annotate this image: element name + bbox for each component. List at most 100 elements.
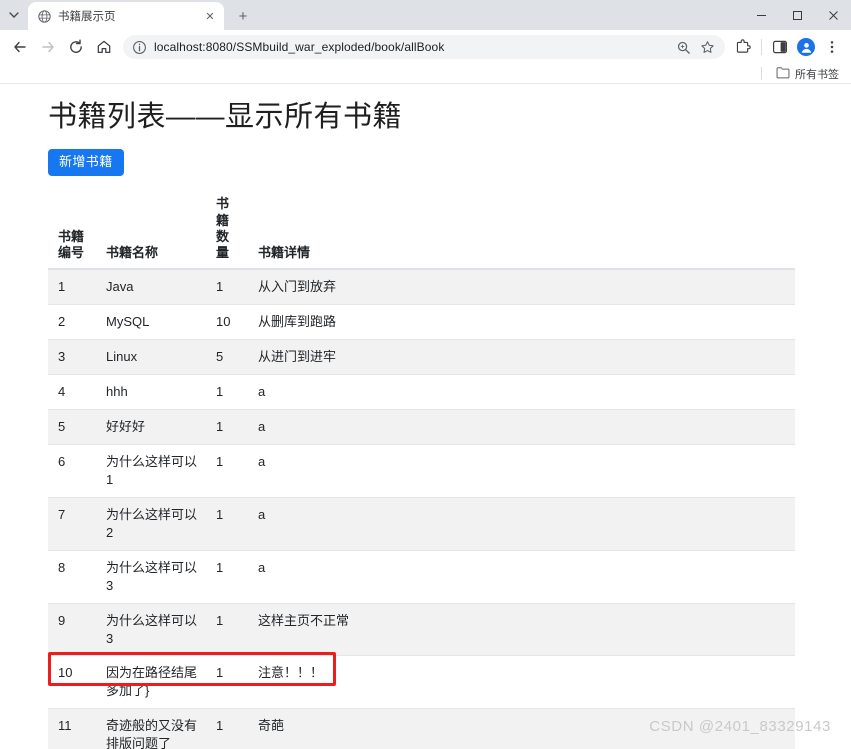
book-name-text: 为什么这样可以3 <box>106 612 198 646</box>
cell-book-detail: 注意！！！ <box>248 655 795 709</box>
cell-book-name: 为什么这样可以3 <box>96 549 206 604</box>
address-bar-actions <box>672 36 718 58</box>
cell-book-detail: 从进门到进牢 <box>248 339 795 375</box>
search-icon[interactable] <box>672 36 694 58</box>
cell-book-detail: 从入门到放弃 <box>248 268 795 305</box>
cell-book-id: 9 <box>48 602 96 656</box>
cell-book-qty: 1 <box>206 708 248 749</box>
home-button[interactable] <box>90 33 118 61</box>
book-name-text: 因为在路径结尾多加了} <box>106 665 198 699</box>
cell-book-qty: 1 <box>206 549 248 604</box>
book-table-head: 书籍 编号 书籍名称 书籍 数量 书籍详情 <box>48 192 795 271</box>
bookmarks-divider <box>761 67 762 80</box>
address-bar[interactable]: localhost:8080/SSMbuild_war_exploded/boo… <box>123 35 725 59</box>
cell-book-name: MySQL <box>96 304 206 340</box>
cell-book-id: 11 <box>48 708 96 749</box>
cell-book-qty: 1 <box>206 602 248 656</box>
folder-icon <box>776 66 790 82</box>
url-text: localhost:8080/SSMbuild_war_exploded/boo… <box>154 40 445 54</box>
cell-book-id: 7 <box>48 496 96 551</box>
table-row: 9 为什么这样可以3 1 这样主页不正常 <box>48 602 795 656</box>
toolbar-divider <box>761 39 762 55</box>
cell-book-id: 5 <box>48 409 96 445</box>
browser-window: 书籍展示页 ✕ + localhost:8080/SSMbuild_war_ex… <box>0 0 851 749</box>
header-book-id-line1: 书籍 <box>58 228 85 244</box>
table-row: 5 好好好 1 a <box>48 409 795 445</box>
cell-book-qty: 1 <box>206 496 248 551</box>
browser-menu-button[interactable] <box>819 33 845 61</box>
cell-book-detail: a <box>248 496 795 551</box>
browser-tab[interactable]: 书籍展示页 ✕ <box>28 2 224 30</box>
cell-book-id: 2 <box>48 304 96 340</box>
table-row: 6 为什么这样可以1 1 a <box>48 443 795 498</box>
tab-search-chevron-icon[interactable] <box>0 1 28 29</box>
cell-book-detail: a <box>248 443 795 498</box>
extensions-button[interactable] <box>730 33 756 61</box>
cell-book-name: 为什么这样可以2 <box>96 496 206 551</box>
page-viewport: 书籍列表——显示所有书籍 新增书籍 书籍 编号 书籍名称 书籍 数量 书籍详情 … <box>0 85 851 749</box>
cell-book-name: Java <box>96 268 206 305</box>
table-row: 2 MySQL 10 从删库到跑路 <box>48 304 795 340</box>
tab-title: 书籍展示页 <box>58 11 116 23</box>
tab-close-icon[interactable]: ✕ <box>202 8 218 24</box>
cell-book-id: 1 <box>48 268 96 305</box>
book-name-text: 为什么这样可以1 <box>106 453 198 487</box>
site-info-icon[interactable] <box>131 39 147 55</box>
cell-book-qty: 10 <box>206 304 248 340</box>
page-content: 书籍列表——显示所有书籍 新增书籍 书籍 编号 书籍名称 书籍 数量 书籍详情 … <box>0 85 851 749</box>
cell-book-detail: 从删库到跑路 <box>248 304 795 340</box>
book-name-text: 奇迹般的又没有排版问题了 <box>106 718 198 749</box>
header-book-detail: 书籍详情 <box>248 192 795 271</box>
home-icon <box>97 40 111 54</box>
back-button[interactable] <box>6 33 34 61</box>
cell-book-qty: 1 <box>206 268 248 305</box>
cell-book-id: 8 <box>48 549 96 604</box>
header-book-qty: 书籍 数量 <box>206 192 248 271</box>
table-header-row: 书籍 编号 书籍名称 书籍 数量 书籍详情 <box>48 192 795 271</box>
window-minimize-button[interactable] <box>743 0 779 30</box>
cell-book-qty: 5 <box>206 339 248 375</box>
cell-book-name: Linux <box>96 339 206 375</box>
cell-book-detail: 这样主页不正常 <box>248 602 795 656</box>
bookmarks-bar: 所有书签 <box>0 64 851 84</box>
book-name-text: Linux <box>106 349 138 365</box>
cell-book-name: hhh <box>96 374 206 410</box>
cell-book-qty: 1 <box>206 655 248 709</box>
reload-button[interactable] <box>62 33 90 61</box>
arrow-right-icon <box>42 41 54 53</box>
header-book-qty-line2: 数量 <box>216 228 230 261</box>
cell-book-detail: a <box>248 374 795 410</box>
book-name-text: 好好好 <box>106 419 146 435</box>
cell-book-id: 6 <box>48 443 96 498</box>
split-view-button[interactable] <box>767 33 793 61</box>
cell-book-id: 3 <box>48 339 96 375</box>
globe-icon <box>37 9 51 23</box>
add-book-button[interactable]: 新增书籍 <box>48 149 124 177</box>
new-tab-button[interactable]: + <box>230 3 256 29</box>
reload-icon <box>70 39 82 53</box>
profile-button[interactable] <box>793 33 819 61</box>
cell-book-name: 为什么这样可以3 <box>96 602 206 656</box>
window-maximize-button[interactable] <box>779 0 815 30</box>
arrow-left-icon <box>14 41 26 53</box>
cell-book-name: 好好好 <box>96 409 206 445</box>
tab-strip: 书籍展示页 ✕ + <box>0 0 851 30</box>
table-row: 1 Java 1 从入门到放弃 <box>48 268 795 305</box>
header-book-qty-line1: 书籍 <box>216 196 230 228</box>
book-name-text: hhh <box>106 384 128 400</box>
star-icon[interactable] <box>696 36 718 58</box>
table-row: 8 为什么这样可以3 1 a <box>48 549 795 604</box>
cell-book-detail: a <box>248 409 795 445</box>
book-table-body: 1 Java 1 从入门到放弃 2 MySQL 10 从删库到跑路 3 Linux 5 从进门到进牢 4… <box>48 268 795 749</box>
table-row: 10 因为在路径结尾多加了} 1 注意！！！ <box>48 655 795 709</box>
all-bookmarks-button[interactable]: 所有书签 <box>772 65 843 83</box>
window-close-button[interactable] <box>815 0 851 30</box>
cell-book-qty: 1 <box>206 443 248 498</box>
header-book-name: 书籍名称 <box>96 192 206 271</box>
forward-button[interactable] <box>34 33 62 61</box>
browser-toolbar: localhost:8080/SSMbuild_war_exploded/boo… <box>0 30 851 64</box>
cell-book-qty: 1 <box>206 409 248 445</box>
table-row: 4 hhh 1 a <box>48 374 795 410</box>
header-book-id: 书籍 编号 <box>48 192 96 271</box>
cell-book-id: 4 <box>48 374 96 410</box>
